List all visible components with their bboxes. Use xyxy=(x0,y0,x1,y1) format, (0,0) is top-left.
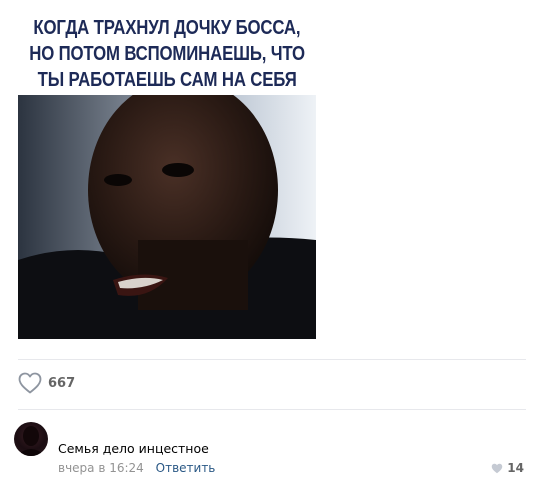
reply-link[interactable]: Ответить xyxy=(156,461,216,475)
meme-line-1: КОГДА ТРАХНУЛ ДОЧКУ БОССА, xyxy=(33,16,301,39)
post-like-button[interactable]: 667 xyxy=(18,372,75,394)
post-like-count: 667 xyxy=(48,375,76,391)
avatar-image xyxy=(17,426,45,456)
comment-text: Семья дело инцестное xyxy=(58,441,209,456)
post-divider xyxy=(18,359,526,360)
comments-divider xyxy=(18,409,526,410)
comment-time[interactable]: вчера в 16:24 xyxy=(58,461,144,475)
heart-icon xyxy=(492,463,503,473)
post-image[interactable]: КОГДА ТРАХНУЛ ДОЧКУ БОССА, НО ПОТОМ ВСПО… xyxy=(18,10,316,339)
comment-like-button[interactable]: 14 xyxy=(491,461,524,475)
comment-meta: вчера в 16:24 Ответить xyxy=(58,461,215,475)
meme-line-2: НО ПОТОМ ВСПОМИНАЕШЬ, ЧТО xyxy=(29,42,305,65)
meme-caption: КОГДА ТРАХНУЛ ДОЧКУ БОССА, НО ПОТОМ ВСПО… xyxy=(18,10,316,95)
avatar[interactable] xyxy=(14,422,48,456)
comment: Семья дело инцестное вчера в 16:24 Ответ… xyxy=(14,422,526,478)
comment-like-count: 14 xyxy=(507,461,524,475)
meme-line-3: ТЫ РАБОТАЕШЬ САМ НА СЕБЯ xyxy=(37,68,297,91)
heart-icon xyxy=(18,372,42,394)
